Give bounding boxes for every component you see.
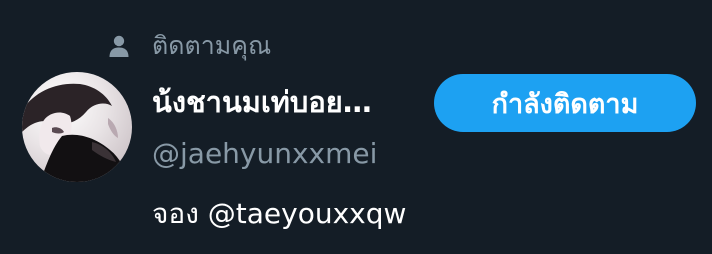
avatar[interactable] — [22, 72, 132, 182]
person-icon — [108, 34, 130, 58]
follows-you-label: ติดตามคุณ — [152, 31, 272, 60]
bio-text: จอง @taeyouxxqw — [152, 197, 407, 230]
display-name[interactable]: น้งชานมเท่บอย… — [152, 80, 432, 124]
following-button[interactable]: กำลังติดตาม — [434, 74, 696, 132]
username[interactable]: @jaehyunxxmei — [152, 132, 377, 176]
follows-you-indicator: ติดตามคุณ — [108, 28, 271, 64]
